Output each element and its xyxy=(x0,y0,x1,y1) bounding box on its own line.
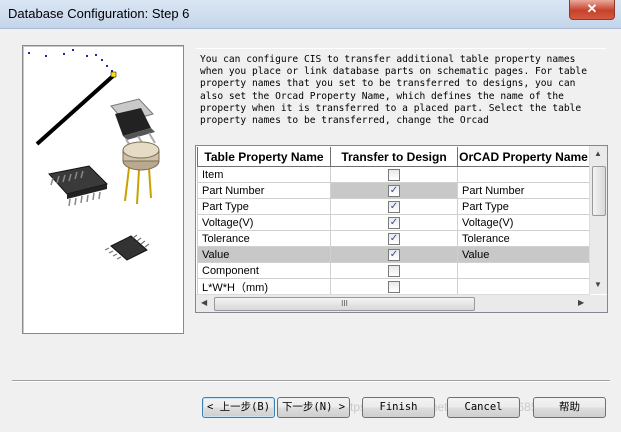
orcad-property-cell[interactable]: Part Type xyxy=(457,198,590,215)
property-name-cell[interactable]: Value xyxy=(197,246,331,263)
property-table: Table Property Name Transfer to Design O… xyxy=(197,147,590,296)
orcad-property-cell[interactable]: Value xyxy=(457,246,590,263)
table-row[interactable]: Value ✓ Value xyxy=(197,246,590,263)
transfer-checkbox[interactable] xyxy=(388,264,400,277)
transfer-cell xyxy=(330,262,458,279)
col-header-table-property-name[interactable]: Table Property Name xyxy=(197,147,331,167)
orcad-property-cell[interactable] xyxy=(457,262,590,279)
transfer-cell: ✓ xyxy=(330,214,458,231)
property-name-cell[interactable]: Voltage(V) xyxy=(197,214,331,231)
table-row[interactable]: Tolerance ✓ Tolerance xyxy=(197,230,590,247)
footer-divider xyxy=(12,380,610,382)
header-row: Table Property Name Transfer to Design O… xyxy=(197,147,590,167)
scroll-left-icon[interactable]: ◀ xyxy=(201,298,207,307)
property-name-cell[interactable]: L*W*H（mm) xyxy=(197,278,331,296)
wizard-illustration xyxy=(22,45,184,334)
table-row[interactable]: L*W*H（mm) xyxy=(197,278,590,296)
transfer-checkbox[interactable]: ✓ xyxy=(388,184,400,197)
table-row[interactable]: Component xyxy=(197,262,590,279)
title-bar: Database Configuration: Step 6 ✕ xyxy=(0,0,621,29)
window-title: Database Configuration: Step 6 xyxy=(8,6,190,21)
scroll-right-icon[interactable]: ▶ xyxy=(578,298,584,307)
horizontal-scroll-thumb[interactable]: III xyxy=(214,297,475,311)
property-name-cell[interactable]: Component xyxy=(197,262,331,279)
property-name-cell[interactable]: Tolerance xyxy=(197,230,331,247)
close-icon: ✕ xyxy=(586,1,598,16)
orcad-property-cell[interactable]: Voltage(V) xyxy=(457,214,590,231)
next-button[interactable]: 下一步(N) > xyxy=(277,397,350,418)
transfer-checkbox[interactable] xyxy=(388,168,400,181)
help-button[interactable]: 帮助 xyxy=(533,397,606,418)
transfer-cell: ✓ xyxy=(330,246,458,263)
transfer-cell: ✓ xyxy=(330,230,458,247)
horizontal-scrollbar[interactable]: ◀ III ▶ xyxy=(196,294,590,312)
back-button[interactable]: < 上一步(B) xyxy=(202,397,275,418)
scroll-up-icon[interactable]: ▲ xyxy=(594,149,602,158)
transfer-cell: ✓ xyxy=(330,182,458,199)
transfer-checkbox[interactable]: ✓ xyxy=(388,200,400,213)
description-text: You can configure CIS to transfer additi… xyxy=(200,54,593,127)
property-name-cell[interactable]: Part Type xyxy=(197,198,331,215)
table-row[interactable]: Part Number ✓ Part Number xyxy=(197,182,590,199)
vertical-scroll-thumb[interactable] xyxy=(592,166,606,216)
components-illustration-icon xyxy=(28,49,160,261)
orcad-property-cell[interactable] xyxy=(457,278,590,296)
transfer-checkbox[interactable]: ✓ xyxy=(388,248,400,261)
scrollbar-corner xyxy=(590,295,607,312)
finish-button[interactable]: Finish xyxy=(362,397,435,418)
transfer-checkbox[interactable]: ✓ xyxy=(388,216,400,229)
transfer-cell: ✓ xyxy=(330,198,458,215)
table-row[interactable]: Voltage(V) ✓ Voltage(V) xyxy=(197,214,590,231)
orcad-property-cell[interactable]: Tolerance xyxy=(457,230,590,247)
property-name-cell[interactable]: Item xyxy=(197,166,331,183)
col-header-orcad-property-name[interactable]: OrCAD Property Name xyxy=(457,147,590,167)
transfer-checkbox[interactable]: ✓ xyxy=(388,232,400,245)
transfer-checkbox[interactable] xyxy=(388,281,400,294)
transfer-cell xyxy=(330,166,458,183)
property-name-cell[interactable]: Part Number xyxy=(197,182,331,199)
cancel-button[interactable]: Cancel xyxy=(447,397,520,418)
table-row[interactable]: Item xyxy=(197,166,590,183)
close-button[interactable]: ✕ xyxy=(569,0,615,20)
transfer-cell xyxy=(330,278,458,296)
orcad-property-cell[interactable] xyxy=(457,166,590,183)
col-header-transfer-to-design[interactable]: Transfer to Design xyxy=(330,147,458,167)
table-row[interactable]: Part Type ✓ Part Type xyxy=(197,198,590,215)
scroll-down-icon[interactable]: ▼ xyxy=(594,280,602,289)
orcad-property-cell[interactable]: Part Number xyxy=(457,182,590,199)
vertical-scrollbar[interactable]: ▲ ▼ xyxy=(589,146,607,294)
property-grid[interactable]: Table Property Name Transfer to Design O… xyxy=(195,145,608,313)
